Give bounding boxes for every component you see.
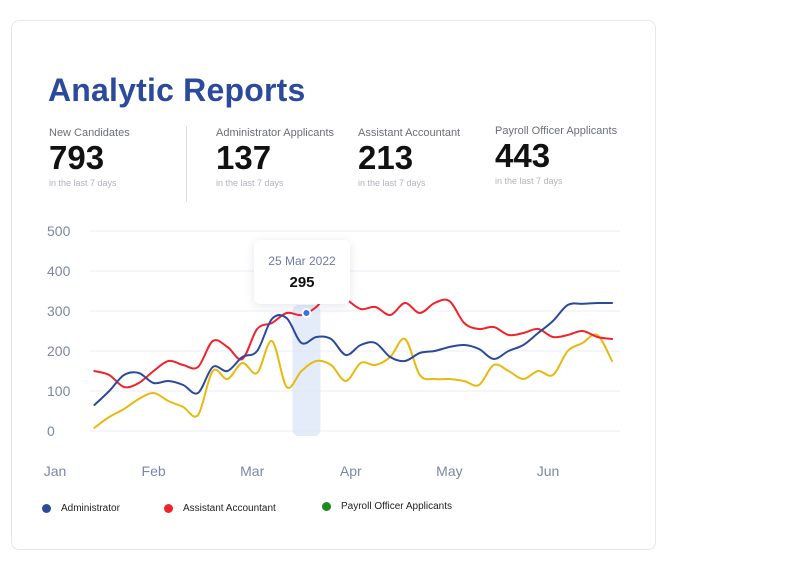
legend-dot <box>164 504 173 513</box>
series-line-administrator <box>93 301 614 406</box>
x-tick-label: Apr <box>340 463 362 479</box>
legend-label: Administrator <box>61 503 120 514</box>
y-tick-label: 100 <box>47 383 71 399</box>
x-tick-label: Jan <box>44 463 67 479</box>
x-tick-label: Mar <box>240 463 264 479</box>
x-tick-label: Feb <box>142 463 166 479</box>
legend-item-payroll-officer-applicants[interactable]: Payroll Officer Applicants <box>322 501 452 512</box>
tooltip-value: 295 <box>289 274 315 291</box>
highlight-column <box>292 305 321 436</box>
x-tick-label: May <box>436 463 462 479</box>
y-tick-label: 300 <box>47 303 71 319</box>
x-tick-label: Jun <box>537 463 560 479</box>
legend-item-assistant-accountant[interactable]: Assistant Accountant <box>164 503 276 514</box>
line-chart: 0 100 200 300 400 500 Jan Feb Mar Apr May Jun <box>44 223 620 479</box>
y-tick-label: 400 <box>47 263 71 279</box>
chart-tooltip: 25 Mar 2022 295 <box>254 240 350 304</box>
legend-dot <box>42 504 51 513</box>
legend-dot <box>322 502 331 511</box>
y-tick-label: 500 <box>47 223 71 239</box>
tooltip-date: 25 Mar 2022 <box>268 254 336 268</box>
chart-highlight <box>292 305 321 436</box>
legend-label: Payroll Officer Applicants <box>341 501 452 512</box>
legend-item-administrator[interactable]: Administrator <box>42 503 120 514</box>
y-tick-label: 200 <box>47 343 71 359</box>
legend-label: Assistant Accountant <box>183 503 276 514</box>
y-tick-label: 0 <box>47 423 55 439</box>
highlight-point[interactable] <box>301 308 312 318</box>
